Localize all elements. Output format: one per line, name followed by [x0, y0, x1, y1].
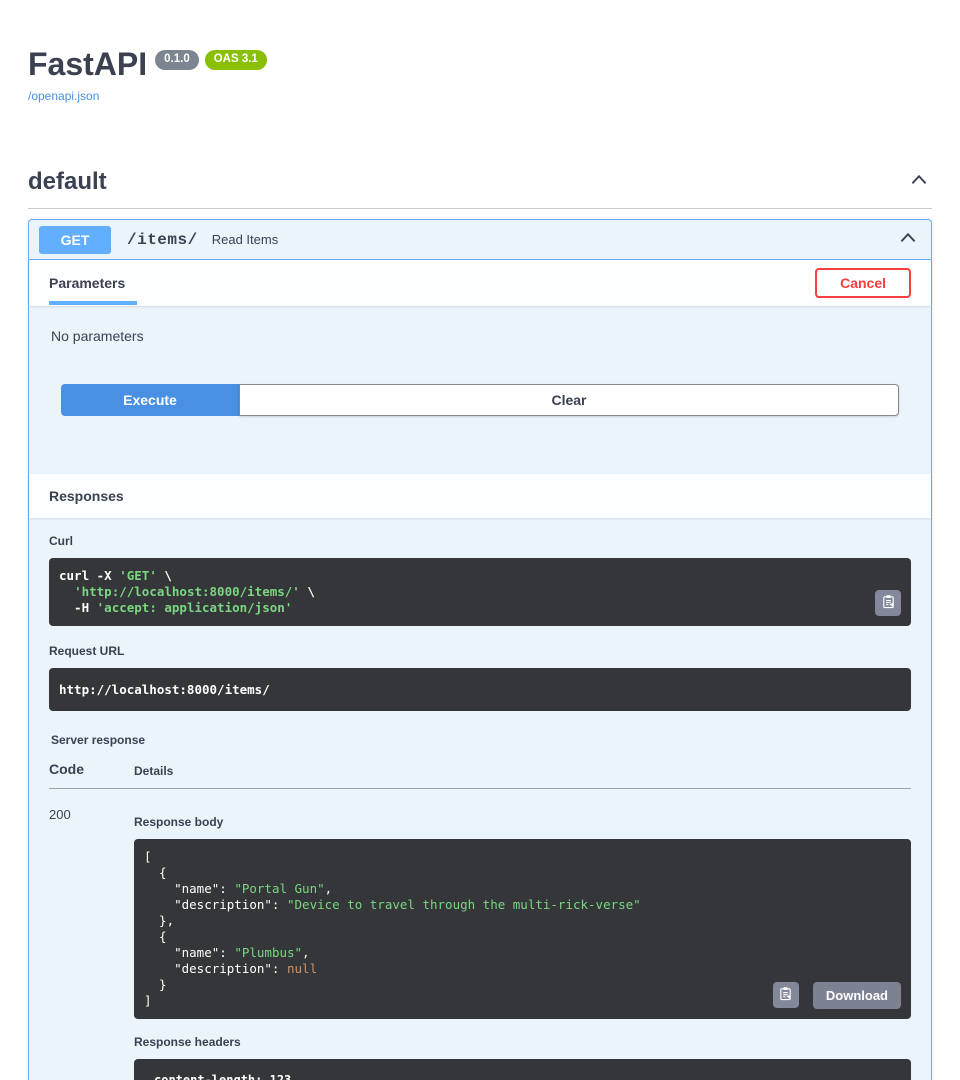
tag-section-default[interactable]: default: [28, 167, 932, 209]
chevron-up-icon: [908, 169, 930, 194]
cancel-button[interactable]: Cancel: [815, 268, 911, 298]
collapse-operation-button[interactable]: [895, 225, 921, 254]
response-body-block: [ { "name": "Portal Gun", "description":…: [134, 839, 911, 1019]
page: FastAPI 0.1.0 OAS 3.1 /openapi.json defa…: [0, 0, 960, 1080]
download-button[interactable]: Download: [813, 982, 901, 1009]
server-response-label: Server response: [51, 733, 911, 747]
openapi-spec-link[interactable]: /openapi.json: [28, 89, 99, 103]
clipboard-copy-icon: [778, 986, 793, 1004]
curl-label: Curl: [49, 534, 911, 548]
response-headers-text: content-length: 123 content-type: applic…: [134, 1059, 911, 1080]
curl-block: curl -X 'GET' \ 'http://localhost:8000/i…: [49, 558, 911, 626]
response-row-200: 200 Response body [ { "name": "Portal Gu…: [49, 789, 911, 1080]
oas-version-badge: OAS 3.1: [205, 50, 267, 70]
tab-parameters[interactable]: Parameters: [49, 269, 137, 305]
response-detail: Response body [ { "name": "Portal Gun", …: [134, 807, 911, 1080]
response-body-actions: Download: [773, 982, 901, 1009]
api-info: FastAPI 0.1.0 OAS 3.1 /openapi.json: [28, 0, 932, 105]
response-headers-block: content-length: 123 content-type: applic…: [134, 1059, 911, 1080]
request-url-block: http://localhost:8000/items/: [49, 668, 911, 711]
api-badges: 0.1.0 OAS 3.1: [155, 50, 267, 70]
execute-button[interactable]: Execute: [61, 384, 239, 416]
no-parameters-text: No parameters: [29, 306, 931, 384]
endpoint-summary: Read Items: [212, 232, 895, 247]
opblock-get-items: GET /items/ Read Items Parameters Cancel…: [28, 219, 932, 1080]
execute-wrapper: Execute Clear: [29, 384, 931, 446]
code-column-header: Code: [49, 761, 134, 778]
api-title: FastAPI: [28, 48, 147, 80]
opblock-summary[interactable]: GET /items/ Read Items: [29, 220, 931, 260]
responses-section-header: Responses: [29, 474, 931, 518]
response-table-header: Code Details: [49, 761, 911, 789]
collapse-section-button[interactable]: [906, 167, 932, 196]
details-column-header: Details: [134, 761, 173, 778]
version-badge: 0.1.0: [155, 50, 199, 70]
copy-curl-button[interactable]: [875, 590, 901, 616]
tag-title: default: [28, 168, 107, 196]
clipboard-copy-icon: [881, 594, 896, 612]
responses-header-title: Responses: [49, 488, 124, 504]
response-body-label: Response body: [134, 807, 911, 829]
request-url-label: Request URL: [49, 644, 911, 658]
status-code: 200: [49, 807, 134, 1080]
curl-command: curl -X 'GET' \ 'http://localhost:8000/i…: [49, 558, 911, 626]
copy-response-button[interactable]: [773, 982, 799, 1008]
responses-content: Curl curl -X 'GET' \ 'http://localhost:8…: [29, 518, 931, 1080]
parameters-section-header: Parameters Cancel: [29, 260, 931, 306]
method-badge: GET: [39, 226, 111, 254]
request-url-value: http://localhost:8000/items/: [59, 682, 270, 697]
endpoint-path: /items/: [127, 231, 198, 249]
clear-button[interactable]: Clear: [239, 384, 899, 416]
chevron-up-icon: [897, 227, 919, 252]
response-headers-label: Response headers: [134, 1035, 911, 1049]
